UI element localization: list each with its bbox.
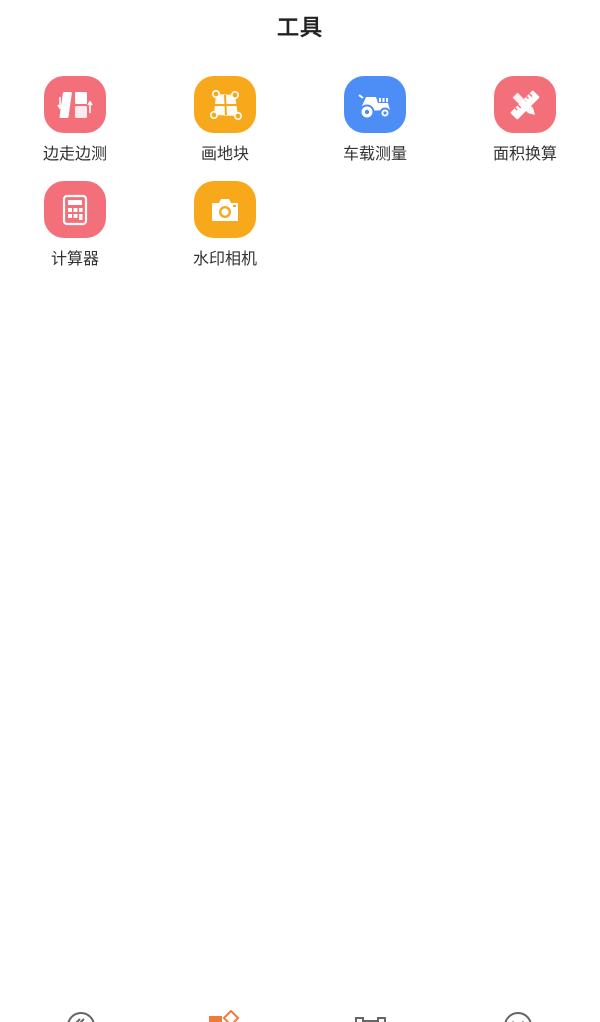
tool-label: 画地块: [200, 144, 249, 163]
tab-profile[interactable]: [500, 1010, 536, 1022]
profile-tab-icon: [504, 1012, 532, 1022]
page-title: 工具: [276, 16, 323, 41]
camera-icon: [194, 181, 256, 238]
bottom-tab-bar: [0, 1002, 600, 1022]
ruler-pencil-icon: [494, 76, 556, 133]
tool-vehicle-measure[interactable]: 车载测量: [300, 76, 450, 181]
tool-label: 车载测量: [342, 144, 407, 163]
tab-plots[interactable]: [353, 1010, 389, 1022]
tools-tab-icon: [209, 1010, 240, 1022]
tool-label: 计算器: [50, 249, 99, 268]
tool-walk-measure[interactable]: 边走边测: [0, 76, 150, 181]
tab-tools[interactable]: [207, 1010, 243, 1022]
tool-label: 边走边测: [42, 144, 107, 163]
header: 工具: [0, 0, 600, 50]
home-tab-icon: [67, 1012, 95, 1022]
draw-plot-icon: [194, 76, 256, 133]
tab-home[interactable]: [63, 1010, 99, 1022]
tractor-icon: [344, 76, 406, 133]
tool-draw-plot[interactable]: 画地块: [150, 76, 300, 181]
tool-area-conversion[interactable]: 面积换算: [450, 76, 600, 181]
tool-watermark-camera[interactable]: 水印相机: [150, 181, 300, 286]
tool-calculator[interactable]: 计算器: [0, 181, 150, 286]
plots-tab-icon: [355, 1017, 386, 1022]
tools-page: 工具 边走边测 画地块 车载测量 面积换算 计算器 水印相机: [0, 0, 600, 1022]
tools-grid: 边走边测 画地块 车载测量 面积换算 计算器 水印相机: [0, 76, 600, 286]
tool-label: 水印相机: [192, 249, 257, 268]
calculator-icon: [44, 181, 106, 238]
tool-label: 面积换算: [492, 144, 557, 163]
walk-measure-icon: [44, 76, 106, 133]
